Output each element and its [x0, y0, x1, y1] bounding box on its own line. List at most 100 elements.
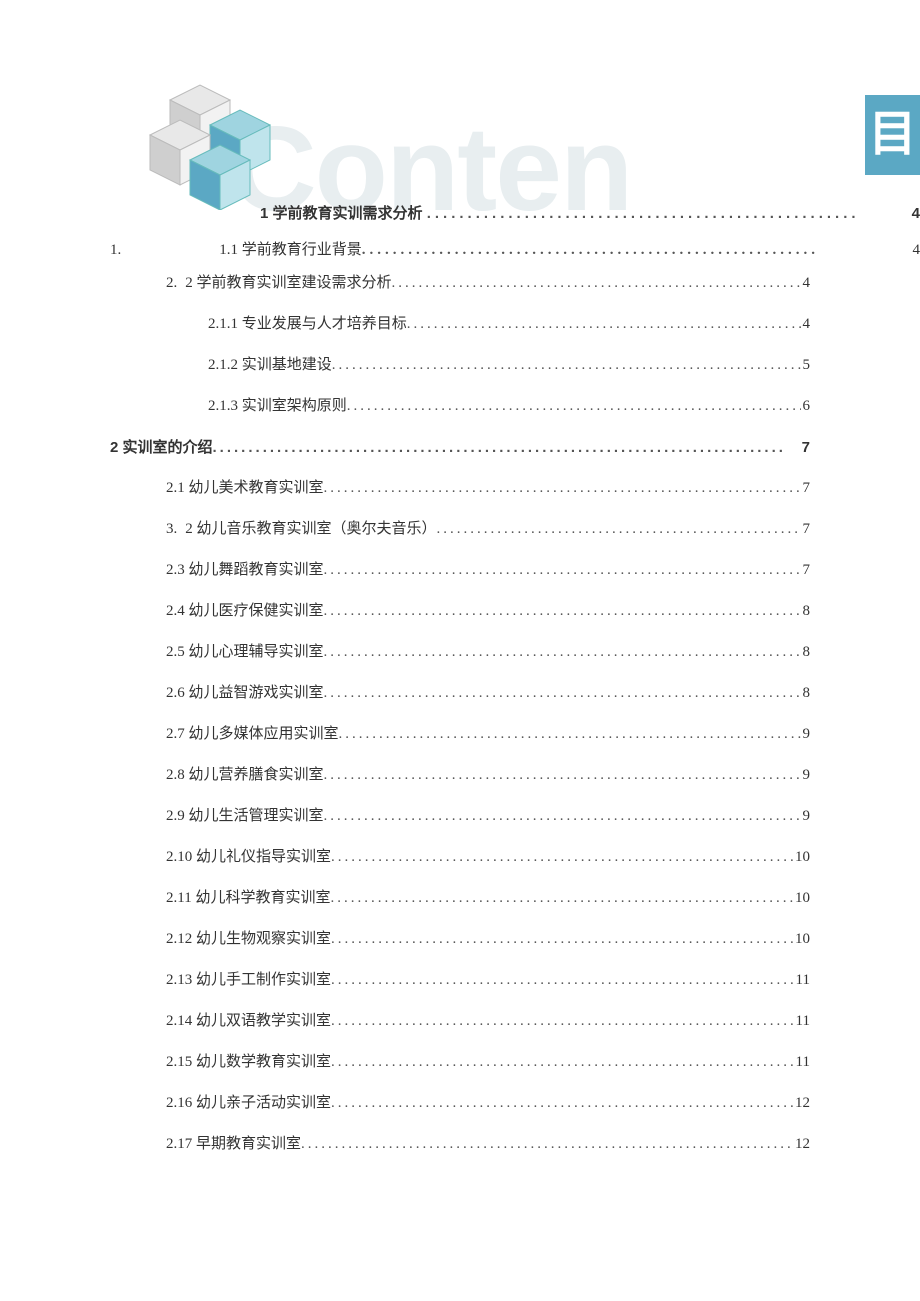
toc-page: 10 — [793, 926, 810, 953]
toc-title: 2 实训室的介绍 — [110, 434, 213, 461]
table-of-contents: 2. 2 学前教育实训室建设需求分析 .....................… — [110, 270, 810, 1172]
toc-entry: 2.5 幼儿心理辅导实训室 ..........................… — [166, 639, 810, 666]
toc-page: 7 — [801, 516, 811, 543]
toc-page: 8 — [801, 598, 811, 625]
toc-entry: 2.12 幼儿生物观察实训室 .........................… — [166, 926, 810, 953]
toc-title: 2.1.2 实训基地建设 — [208, 352, 332, 379]
toc-leader: ........................................… — [339, 721, 801, 748]
toc-entry: 2.1.3 实训室架构原则 ..........................… — [208, 393, 810, 420]
toc-page: 9 — [801, 721, 811, 748]
toc-entry: 2.4 幼儿医疗保健实训室 ..........................… — [166, 598, 810, 625]
toc-entry: 2.1.1 专业发展与人才培养目标 ......................… — [208, 311, 810, 338]
toc-entry: 1 学前教育实训需求分析 ...........................… — [260, 200, 920, 227]
toc-entry: 2.7 幼儿多媒体应用实训室 .........................… — [166, 721, 810, 748]
toc-header-block: 1 学前教育实训需求分析 ...........................… — [110, 200, 920, 274]
toc-leader: ........................................… — [331, 1090, 793, 1117]
toc-title: 2.6 幼儿益智游戏实训室 — [166, 680, 324, 707]
toc-title: 1 学前教育实训需求分析 — [260, 200, 423, 227]
toc-leader: ........................................… — [347, 393, 801, 420]
toc-leader: ........................................… — [324, 598, 801, 625]
toc-leader: ........................................… — [407, 311, 801, 338]
toc-leader: ........................................… — [437, 516, 801, 543]
toc-leader: ........................................… — [362, 237, 907, 264]
toc-page: 11 — [794, 1049, 810, 1076]
toc-page: 4 — [801, 270, 811, 297]
toc-entry: 2.17 早期教育实训室 ...........................… — [166, 1131, 810, 1158]
toc-leader: ........................................… — [324, 557, 801, 584]
toc-title: 2.1.1 专业发展与人才培养目标 — [208, 311, 407, 338]
toc-entry: 2.14 幼儿双语教学实训室 .........................… — [166, 1008, 810, 1035]
toc-leader: ........................................… — [301, 1131, 793, 1158]
toc-prefix: 1. — [110, 237, 121, 264]
toc-leader: ........................................… — [427, 200, 906, 227]
toc-leader: ........................................… — [324, 762, 801, 789]
toc-page: 7 — [801, 557, 811, 584]
toc-title: 2.1 幼儿美术教育实训室 — [166, 475, 324, 502]
toc-title: 2.15 幼儿数学教育实训室 — [166, 1049, 331, 1076]
toc-page: 11 — [794, 967, 810, 994]
toc-page: 4 — [911, 237, 920, 264]
toc-leader: ........................................… — [330, 885, 793, 912]
toc-leader: ........................................… — [331, 967, 794, 994]
toc-title: 2.16 幼儿亲子活动实训室 — [166, 1090, 331, 1117]
toc-page: 7 — [800, 434, 810, 461]
toc-title: 2.4 幼儿医疗保健实训室 — [166, 598, 324, 625]
toc-page: 6 — [801, 393, 811, 420]
side-badge: 目 — [865, 95, 920, 175]
toc-title: 2.11 幼儿科学教育实训室 — [166, 885, 330, 912]
toc-page: 10 — [793, 844, 810, 871]
toc-title: 2 学前教育实训室建设需求分析 — [185, 270, 391, 297]
toc-leader: ........................................… — [213, 434, 800, 461]
toc-page: 9 — [801, 803, 811, 830]
toc-leader: ........................................… — [324, 639, 801, 666]
toc-entry: 2.1.2 实训基地建设 ...........................… — [208, 352, 810, 379]
toc-entry: 2.3 幼儿舞蹈教育实训室 ..........................… — [166, 557, 810, 584]
toc-leader: ........................................… — [392, 270, 801, 297]
toc-page: 8 — [801, 639, 811, 666]
toc-entry: 2. 2 学前教育实训室建设需求分析 .....................… — [166, 270, 810, 297]
toc-title: 2.3 幼儿舞蹈教育实训室 — [166, 557, 324, 584]
header-banner: Conten — [100, 70, 920, 220]
toc-page: 11 — [794, 1008, 810, 1035]
toc-prefix: 2. — [166, 270, 177, 297]
toc-title: 1.1 学前教育行业背景 — [219, 237, 362, 264]
toc-leader: ........................................… — [324, 475, 801, 502]
toc-title: 2.7 幼儿多媒体应用实训室 — [166, 721, 339, 748]
toc-title: 2.14 幼儿双语教学实训室 — [166, 1008, 331, 1035]
toc-title: 2.9 幼儿生活管理实训室 — [166, 803, 324, 830]
toc-entry: 2.16 幼儿亲子活动实训室 .........................… — [166, 1090, 810, 1117]
toc-entry: 2.10 幼儿礼仪指导实训室 .........................… — [166, 844, 810, 871]
toc-title: 2.17 早期教育实训室 — [166, 1131, 301, 1158]
toc-page: 9 — [801, 762, 811, 789]
toc-title: 2.13 幼儿手工制作实训室 — [166, 967, 331, 994]
toc-leader: ........................................… — [324, 680, 801, 707]
toc-leader: ........................................… — [331, 926, 793, 953]
toc-page: 12 — [793, 1131, 810, 1158]
toc-title: 2 幼儿音乐教育实训室（奥尔夫音乐） — [185, 516, 436, 543]
toc-entry: 2.13 幼儿手工制作实训室 .........................… — [166, 967, 810, 994]
toc-leader: ........................................… — [332, 352, 801, 379]
toc-title: 2.10 幼儿礼仪指导实训室 — [166, 844, 331, 871]
toc-title: 2.12 幼儿生物观察实训室 — [166, 926, 331, 953]
toc-leader: ........................................… — [331, 1008, 794, 1035]
toc-title: 2.5 幼儿心理辅导实训室 — [166, 639, 324, 666]
toc-leader: ........................................… — [331, 844, 793, 871]
toc-entry: 1. 1.1 学前教育行业背景 ........................… — [110, 237, 920, 264]
toc-title: 2.1.3 实训室架构原则 — [208, 393, 347, 420]
toc-title: 2.8 幼儿营养膳食实训室 — [166, 762, 324, 789]
toc-page: 5 — [801, 352, 811, 379]
toc-prefix: 3. — [166, 516, 177, 543]
toc-entry: 2 实训室的介绍 ...............................… — [110, 434, 810, 461]
toc-entry: 2.11 幼儿科学教育实训室 .........................… — [166, 885, 810, 912]
toc-entry: 2.1 幼儿美术教育实训室 ..........................… — [166, 475, 810, 502]
cubes-icon — [100, 70, 320, 210]
toc-entry: 2.8 幼儿营养膳食实训室 ..........................… — [166, 762, 810, 789]
toc-page: 4 — [910, 200, 920, 227]
toc-entry: 2.9 幼儿生活管理实训室 ..........................… — [166, 803, 810, 830]
toc-page: 7 — [801, 475, 811, 502]
toc-page: 4 — [801, 311, 811, 338]
toc-leader: ........................................… — [324, 803, 801, 830]
toc-page: 8 — [801, 680, 811, 707]
toc-entry: 3. 2 幼儿音乐教育实训室（奥尔夫音乐） ..................… — [166, 516, 810, 543]
toc-leader: ........................................… — [331, 1049, 794, 1076]
